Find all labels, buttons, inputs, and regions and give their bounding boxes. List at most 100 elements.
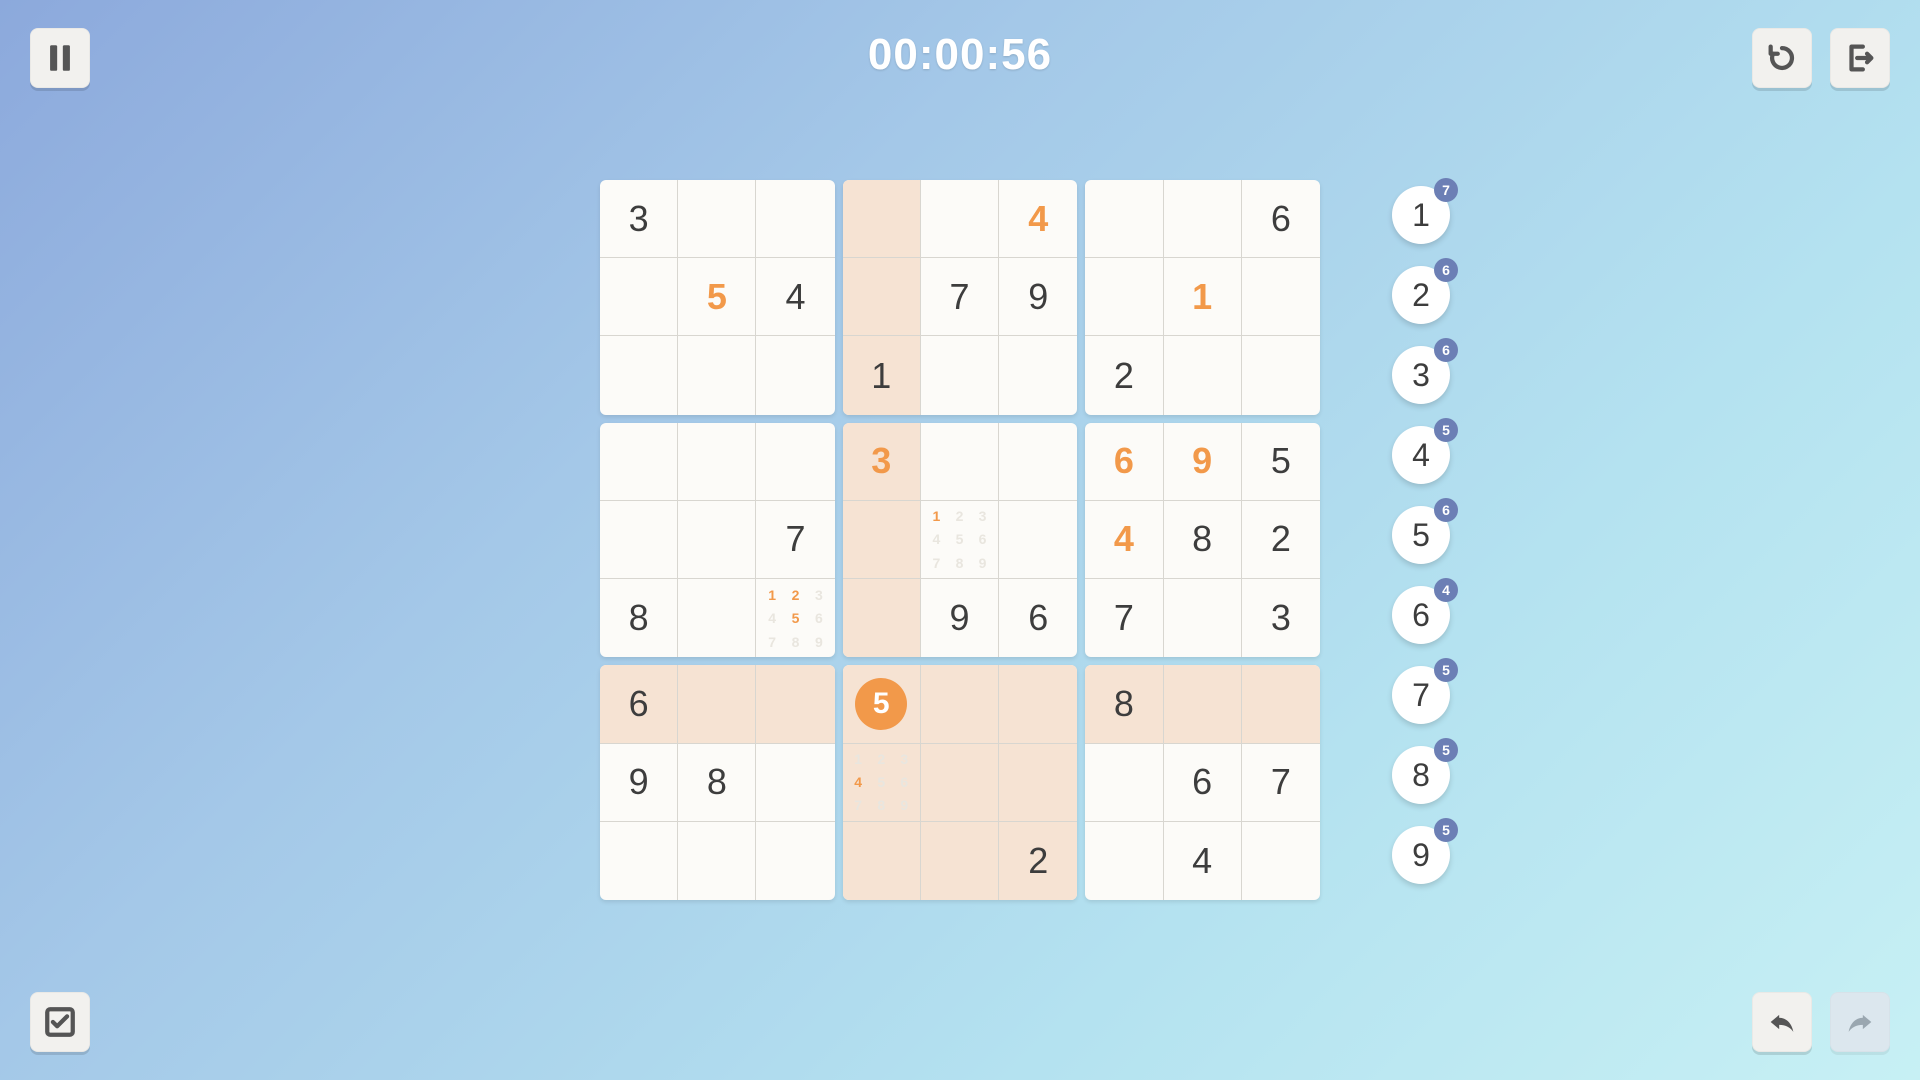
sudoku-cell[interactable] (1164, 665, 1242, 743)
sudoku-cell[interactable] (678, 579, 756, 657)
sudoku-cell[interactable] (678, 665, 756, 743)
sudoku-cell[interactable]: 6 (1085, 423, 1163, 501)
sudoku-cell[interactable]: 5 (1242, 423, 1320, 501)
sudoku-cell[interactable]: 123456789 (756, 579, 834, 657)
sudoku-cell[interactable] (600, 258, 678, 336)
sudoku-cell[interactable] (600, 336, 678, 414)
sudoku-cell[interactable]: 7 (1085, 579, 1163, 657)
number-button-5[interactable]: 56 (1392, 506, 1450, 564)
sudoku-cell[interactable]: 3 (843, 423, 921, 501)
sudoku-cell[interactable]: 123456789 (843, 744, 921, 822)
sudoku-cell[interactable]: 3 (1242, 579, 1320, 657)
step-back-button[interactable] (1752, 992, 1812, 1052)
exit-button[interactable] (1830, 28, 1890, 88)
number-button-6[interactable]: 64 (1392, 586, 1450, 644)
sudoku-cell[interactable]: 8 (1085, 665, 1163, 743)
sudoku-cell[interactable] (1164, 336, 1242, 414)
sudoku-cell[interactable] (999, 665, 1077, 743)
sudoku-cell[interactable] (1164, 579, 1242, 657)
sudoku-cell[interactable] (600, 822, 678, 900)
sudoku-cell[interactable]: 4 (756, 258, 834, 336)
sudoku-cell[interactable] (1085, 258, 1163, 336)
sudoku-cell[interactable]: 7 (921, 258, 999, 336)
sudoku-cell[interactable] (678, 501, 756, 579)
sudoku-cell[interactable] (843, 258, 921, 336)
sudoku-cell[interactable]: 4 (999, 180, 1077, 258)
sudoku-cell[interactable]: 8 (1164, 501, 1242, 579)
sudoku-cell[interactable] (756, 665, 834, 743)
sudoku-cell[interactable] (999, 501, 1077, 579)
sudoku-cell[interactable]: 7 (756, 501, 834, 579)
sudoku-cell[interactable] (999, 744, 1077, 822)
sudoku-cell[interactable]: 8 (678, 744, 756, 822)
sudoku-cell[interactable] (678, 423, 756, 501)
sudoku-cell[interactable]: 123456789 (921, 501, 999, 579)
sudoku-cell[interactable] (921, 423, 999, 501)
sudoku-cell[interactable] (921, 744, 999, 822)
sudoku-cell[interactable]: 6 (1242, 180, 1320, 258)
sudoku-cell[interactable] (1242, 258, 1320, 336)
pause-button[interactable] (30, 28, 90, 88)
sudoku-cell[interactable]: 9 (1164, 423, 1242, 501)
sudoku-cell[interactable] (756, 822, 834, 900)
sudoku-cell[interactable] (1164, 180, 1242, 258)
sudoku-cell[interactable]: 1 (843, 336, 921, 414)
sudoku-cell[interactable]: 4 (1164, 822, 1242, 900)
sudoku-cell[interactable]: 6 (999, 579, 1077, 657)
sudoku-cell[interactable] (678, 822, 756, 900)
check-button[interactable] (30, 992, 90, 1052)
number-label: 7 (1412, 677, 1430, 714)
sudoku-cell[interactable]: 1 (1164, 258, 1242, 336)
sudoku-cell[interactable]: 9 (921, 579, 999, 657)
sudoku-cell[interactable] (999, 336, 1077, 414)
sudoku-cell[interactable] (678, 180, 756, 258)
sudoku-cell[interactable] (678, 336, 756, 414)
sudoku-cell[interactable] (1242, 665, 1320, 743)
sudoku-box: 78 123456789 (600, 423, 835, 658)
pencil-marks: 123456789 (760, 583, 830, 653)
number-button-9[interactable]: 95 (1392, 826, 1450, 884)
undo-button[interactable] (1752, 28, 1812, 88)
sudoku-cell[interactable]: 8 (600, 579, 678, 657)
sudoku-cell[interactable]: 9 (600, 744, 678, 822)
sudoku-cell[interactable]: 4 (1085, 501, 1163, 579)
sudoku-cell[interactable] (921, 336, 999, 414)
sudoku-cell[interactable] (921, 665, 999, 743)
sudoku-cell[interactable] (843, 579, 921, 657)
sudoku-cell[interactable] (921, 822, 999, 900)
number-button-2[interactable]: 26 (1392, 266, 1450, 324)
sudoku-cell[interactable]: 5 (843, 665, 921, 743)
number-button-4[interactable]: 45 (1392, 426, 1450, 484)
timer: 00:00:56 (868, 30, 1052, 80)
sudoku-cell[interactable] (1242, 822, 1320, 900)
sudoku-cell[interactable] (600, 423, 678, 501)
sudoku-cell[interactable]: 6 (600, 665, 678, 743)
sudoku-cell[interactable] (1085, 744, 1163, 822)
number-button-8[interactable]: 85 (1392, 746, 1450, 804)
sudoku-cell[interactable] (756, 744, 834, 822)
sudoku-cell[interactable] (843, 822, 921, 900)
sudoku-cell[interactable] (1085, 180, 1163, 258)
sudoku-cell[interactable]: 5 (678, 258, 756, 336)
number-button-7[interactable]: 75 (1392, 666, 1450, 724)
sudoku-cell[interactable] (921, 180, 999, 258)
number-button-3[interactable]: 36 (1392, 346, 1450, 404)
sudoku-cell[interactable]: 2 (1242, 501, 1320, 579)
sudoku-cell[interactable]: 6 (1164, 744, 1242, 822)
sudoku-cell[interactable]: 2 (1085, 336, 1163, 414)
number-button-1[interactable]: 17 (1392, 186, 1450, 244)
sudoku-cell[interactable] (756, 423, 834, 501)
sudoku-cell[interactable]: 2 (999, 822, 1077, 900)
sudoku-cell[interactable]: 9 (999, 258, 1077, 336)
sudoku-cell[interactable] (756, 336, 834, 414)
sudoku-cell[interactable] (843, 501, 921, 579)
sudoku-cell[interactable]: 3 (600, 180, 678, 258)
sudoku-cell[interactable] (843, 180, 921, 258)
remaining-badge: 5 (1434, 658, 1458, 682)
sudoku-cell[interactable] (999, 423, 1077, 501)
sudoku-cell[interactable] (1242, 336, 1320, 414)
sudoku-cell[interactable] (756, 180, 834, 258)
sudoku-cell[interactable] (1085, 822, 1163, 900)
sudoku-cell[interactable]: 7 (1242, 744, 1320, 822)
sudoku-cell[interactable] (600, 501, 678, 579)
